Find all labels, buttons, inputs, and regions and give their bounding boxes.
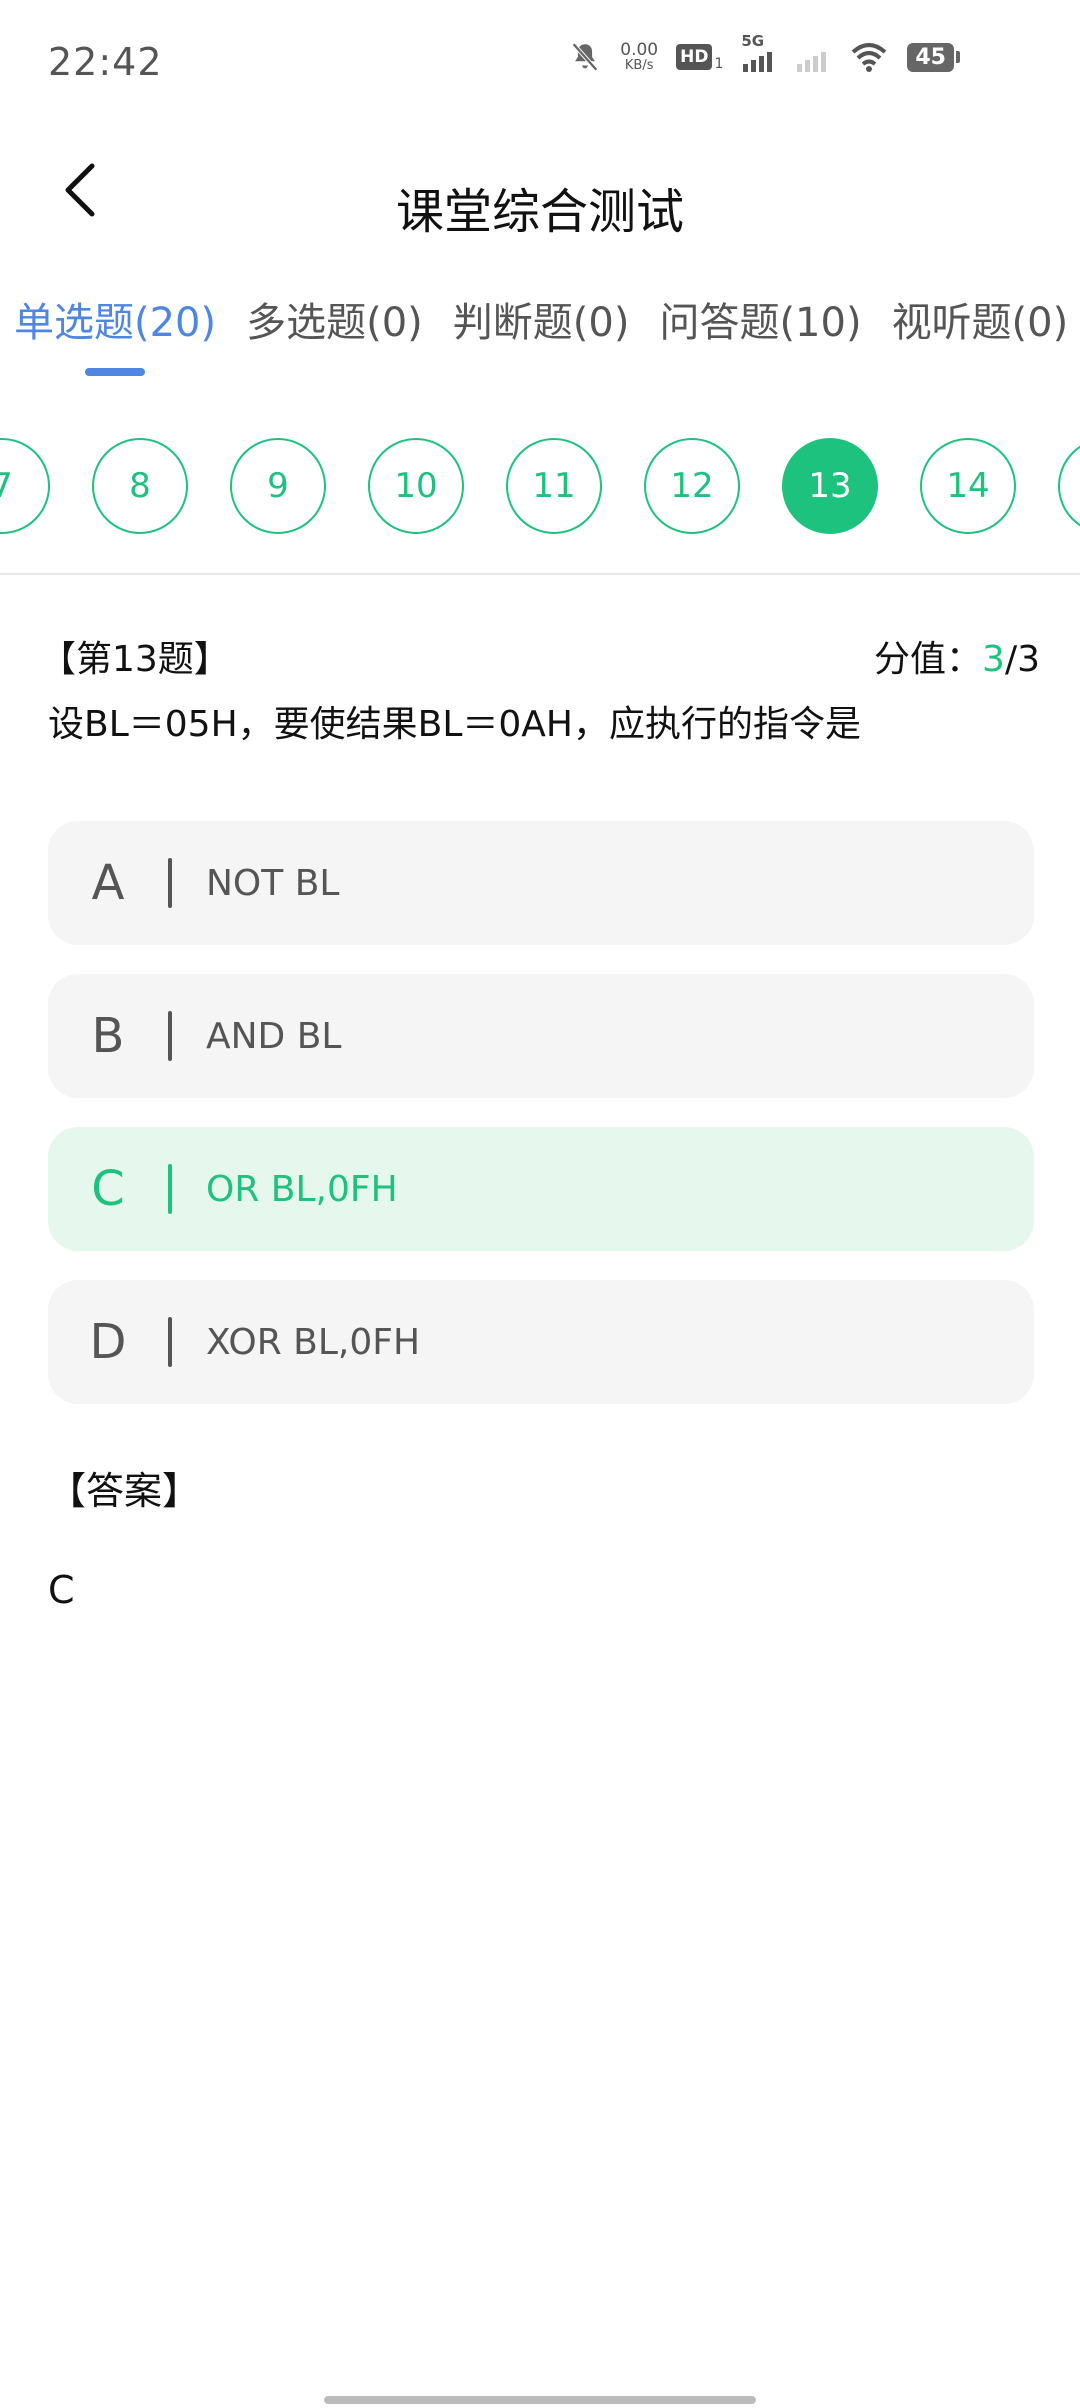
active-tab-indicator bbox=[85, 368, 146, 376]
question-number-7[interactable]: 7 bbox=[0, 438, 50, 534]
answer-label: 【答案】 bbox=[48, 1469, 201, 1513]
signal-label: 5G bbox=[741, 32, 765, 50]
answer-value: C bbox=[48, 1568, 75, 1612]
hd-sub: 1 bbox=[714, 56, 724, 72]
option-text: NOT BL bbox=[206, 862, 340, 904]
option-letter: B bbox=[91, 1008, 125, 1064]
home-indicator[interactable] bbox=[324, 2396, 756, 2404]
tab-single-choice[interactable]: 单选题(20) bbox=[14, 270, 217, 376]
tab-multi-choice[interactable]: 多选题(0) bbox=[246, 270, 423, 348]
option-text: OR BL,0FH bbox=[206, 1168, 398, 1210]
battery-icon: 45 bbox=[907, 42, 960, 72]
mute-bell-icon bbox=[568, 40, 602, 74]
net-speed-value: 0.00 bbox=[620, 40, 659, 60]
tab-label: 多选题(0) bbox=[246, 300, 423, 346]
option-separator bbox=[168, 1164, 172, 1214]
option-separator bbox=[168, 858, 172, 908]
signal-weak-icon bbox=[795, 40, 831, 74]
tab-audio-visual[interactable]: 视听题(0) bbox=[892, 270, 1069, 348]
status-time: 22:42 bbox=[48, 40, 163, 84]
option-d[interactable]: D XOR BL,0FH bbox=[48, 1280, 1034, 1404]
question-number-10[interactable]: 10 bbox=[368, 438, 464, 534]
tab-label: 问答题(10) bbox=[659, 300, 862, 346]
question-number-11[interactable]: 11 bbox=[506, 438, 602, 534]
divider bbox=[0, 573, 1080, 575]
question-number-15[interactable]: 15 bbox=[1058, 438, 1080, 534]
question-header: 【第13题】 分值：3/3 bbox=[40, 630, 1040, 682]
tab-label: 判断题(0) bbox=[452, 300, 630, 346]
battery-tip bbox=[956, 51, 960, 63]
tab-true-false[interactable]: 判断题(0) bbox=[453, 270, 630, 348]
battery-level: 45 bbox=[907, 42, 954, 72]
question-number-8[interactable]: 8 bbox=[92, 438, 188, 534]
option-c[interactable]: C OR BL,0FH bbox=[48, 1127, 1034, 1251]
question-number-14[interactable]: 14 bbox=[920, 438, 1016, 534]
option-letter: A bbox=[91, 855, 125, 911]
question-index: 【第13题】 bbox=[40, 639, 230, 680]
option-text: XOR BL,0FH bbox=[206, 1321, 421, 1363]
tab-label: 单选题(20) bbox=[14, 300, 217, 346]
question-number-13[interactable]: 13 bbox=[782, 438, 878, 534]
status-icons: 0.00 KB/s HD 1 5G 45 bbox=[568, 32, 960, 74]
option-letter: D bbox=[89, 1314, 127, 1370]
net-speed-unit: KB/s bbox=[624, 58, 654, 73]
score-label: 分值： bbox=[874, 639, 983, 680]
app-header: 课堂综合测试 bbox=[0, 130, 1080, 260]
tab-label: 视听题(0) bbox=[891, 300, 1069, 346]
signal-5g-icon: 5G bbox=[741, 32, 777, 74]
option-b[interactable]: B AND BL bbox=[48, 974, 1034, 1098]
option-text: AND BL bbox=[206, 1015, 342, 1057]
status-bar: 22:42 0.00 KB/s HD 1 5G 45 bbox=[0, 0, 1080, 130]
net-speed-indicator: 0.00 KB/s bbox=[620, 40, 659, 73]
question-text: 设BL＝05H，要使结果BL＝0AH，应执行的指令是 bbox=[48, 704, 861, 745]
wifi-icon bbox=[849, 40, 889, 74]
page-title: 课堂综合测试 bbox=[395, 184, 684, 240]
question-number-9[interactable]: 9 bbox=[230, 438, 326, 534]
hd-icon: HD 1 bbox=[676, 42, 723, 72]
hd-badge: HD bbox=[676, 44, 713, 70]
score-got: 3 bbox=[982, 639, 1005, 680]
question-score: 分值：3/3 bbox=[874, 630, 1040, 682]
option-a[interactable]: A NOT BL bbox=[48, 821, 1034, 945]
question-number-12[interactable]: 12 bbox=[644, 438, 740, 534]
option-letter: C bbox=[91, 1161, 125, 1217]
question-number-row: 7 8 9 10 11 12 13 14 15 bbox=[0, 430, 1080, 540]
score-total: /3 bbox=[1004, 639, 1040, 680]
option-separator bbox=[168, 1317, 172, 1367]
tab-qa[interactable]: 问答题(10) bbox=[659, 270, 861, 348]
question-type-tabs: 单选题(20) 多选题(0) 判断题(0) 问答题(10) 视听题(0) bbox=[0, 270, 1080, 376]
option-separator bbox=[168, 1011, 172, 1061]
